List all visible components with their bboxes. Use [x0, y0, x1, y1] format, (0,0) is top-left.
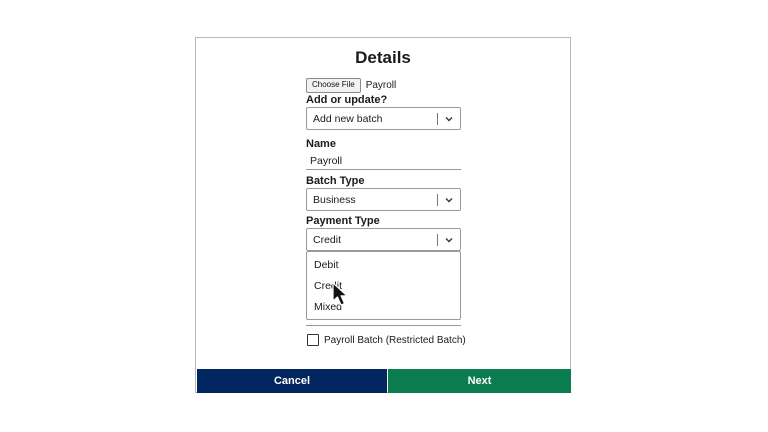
batch-type-select[interactable]: Business	[306, 188, 461, 211]
dialog-title: Details	[355, 48, 411, 67]
chevron-down-icon	[445, 117, 453, 122]
next-button[interactable]: Next	[388, 369, 571, 393]
payroll-batch-label: Payroll Batch (Restricted Batch)	[324, 334, 466, 346]
select-separator	[437, 113, 438, 125]
payment-type-dropdown-list: Debit Credit Mixed	[306, 251, 461, 320]
batch-type-label: Batch Type	[306, 175, 365, 187]
payment-type-select[interactable]: Credit	[306, 228, 461, 251]
add-or-update-value: Add new batch	[313, 113, 383, 125]
payment-type-label: Payment Type	[306, 215, 380, 227]
name-input[interactable]	[306, 152, 461, 170]
add-or-update-label: Add or update?	[306, 94, 388, 106]
details-dialog: Details Choose File Payroll Add or updat…	[195, 37, 571, 393]
mouse-cursor-icon	[332, 282, 348, 306]
field-underline	[306, 325, 461, 326]
payroll-batch-checkbox[interactable]	[307, 334, 319, 346]
payment-type-value: Credit	[313, 234, 342, 246]
cancel-button[interactable]: Cancel	[197, 369, 387, 393]
chevron-down-icon	[445, 238, 453, 243]
select-separator	[437, 234, 438, 246]
select-separator	[437, 194, 438, 206]
choose-file-button[interactable]: Choose File	[306, 78, 361, 93]
chevron-down-icon	[445, 198, 453, 203]
add-or-update-select[interactable]: Add new batch	[306, 107, 461, 130]
batch-type-value: Business	[313, 194, 356, 206]
name-label: Name	[306, 138, 336, 150]
payroll-batch-row: Payroll Batch (Restricted Batch)	[307, 334, 466, 346]
selected-file-name: Payroll	[365, 80, 397, 91]
file-row: Choose File Payroll	[306, 78, 396, 93]
dropdown-option-debit[interactable]: Debit	[314, 259, 339, 271]
